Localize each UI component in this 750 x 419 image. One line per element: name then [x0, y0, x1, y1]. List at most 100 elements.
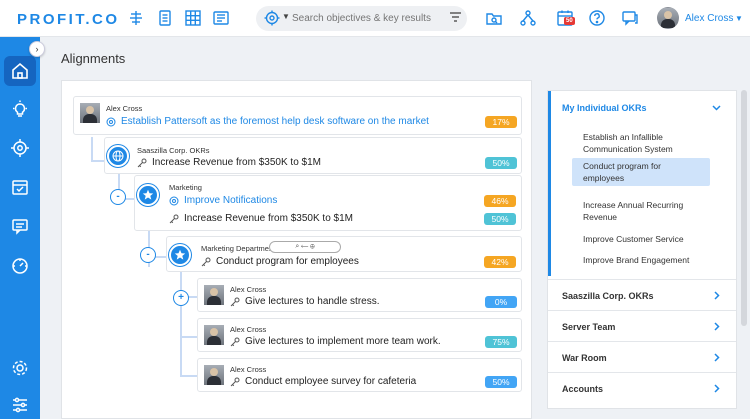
key-icon — [201, 257, 211, 267]
chevron-right-icon[interactable] — [712, 291, 721, 300]
okr-card[interactable]: Saaszilla Corp. OKRs Increase Revenue fr… — [104, 137, 522, 174]
sidebar-collapse-chevron-icon[interactable]: › — [29, 41, 45, 57]
section-server-team[interactable]: Server Team — [548, 310, 736, 340]
okr-list-panel: My Individual OKRs Establish an Infallib… — [547, 90, 737, 409]
chat-icon[interactable] — [621, 9, 639, 27]
section-header-my-okrs[interactable]: My Individual OKRs — [562, 103, 647, 113]
search-bar[interactable]: ▼ — [256, 6, 467, 31]
key-result-title[interactable]: Conduct program for employees — [216, 256, 359, 267]
key-result-title[interactable]: Increase Revenue from $350K to $1M — [152, 157, 321, 168]
chevron-right-icon[interactable] — [712, 322, 721, 331]
avatar-image — [658, 8, 678, 28]
okr-card[interactable]: Alex Cross Give lectures to implement mo… — [197, 318, 522, 352]
comment-icon[interactable] — [9, 215, 31, 237]
section-label: War Room — [562, 353, 607, 363]
objective-target-icon — [106, 117, 116, 127]
globe-node-icon — [107, 145, 129, 167]
okr-list-item[interactable]: Increase Annual Recurring Revenue — [572, 197, 710, 225]
calendar-badge: 50 — [564, 17, 575, 25]
user-avatar[interactable] — [657, 7, 679, 29]
section-label: Saaszilla Corp. OKRs — [562, 291, 654, 301]
align-icon[interactable] — [127, 9, 145, 27]
tree-connector — [91, 137, 93, 162]
expand-toggle[interactable]: + — [173, 290, 189, 306]
progress-badge: 50% — [485, 376, 517, 388]
owner-name: Alex Cross — [230, 285, 267, 294]
section-label: Server Team — [562, 322, 616, 332]
sliders-icon[interactable] — [9, 394, 31, 416]
progress-badge: 50% — [485, 157, 517, 169]
chevron-down-icon[interactable] — [712, 103, 721, 112]
search-input[interactable] — [292, 9, 442, 28]
document-icon[interactable] — [156, 9, 174, 27]
owner-name: Marketing — [169, 183, 202, 192]
key-icon — [137, 158, 147, 168]
progress-badge: 0% — [485, 296, 517, 308]
key-icon — [230, 377, 240, 387]
owner-name: Alex Cross — [106, 104, 143, 113]
key-result-title[interactable]: Give lectures to handle stress. — [245, 296, 380, 307]
okr-list-item-selected[interactable]: Conduct program for employees — [572, 158, 710, 186]
key-result-title[interactable]: Conduct employee survey for cafeteria — [245, 376, 416, 387]
section-war-room[interactable]: War Room — [548, 341, 736, 371]
okr-card[interactable]: Marketing Department OKR Conduct program… — [166, 236, 522, 272]
filter-icon[interactable] — [449, 11, 462, 25]
dashboard-gauge-icon[interactable] — [9, 255, 31, 277]
folder-search-icon[interactable] — [485, 9, 503, 27]
objective-title[interactable]: Establish Pattersoft as the foremost hel… — [121, 116, 429, 127]
okr-card[interactable]: Alex Cross Establish Pattersoft as the f… — [73, 96, 522, 135]
target-nav-icon[interactable] — [9, 137, 31, 159]
owner-avatar — [204, 285, 224, 305]
settings-gear-icon[interactable] — [9, 357, 31, 379]
objective-title[interactable]: Improve Notifications — [184, 195, 277, 206]
okr-list-item[interactable]: Establish an Infallible Communication Sy… — [572, 129, 710, 157]
home-icon[interactable] — [9, 60, 31, 82]
scrollbar[interactable] — [741, 90, 747, 326]
owner-name: Alex Cross — [230, 365, 267, 374]
owner-name: Alex Cross — [230, 325, 267, 334]
user-name[interactable]: Alex Cross — [685, 13, 733, 24]
lightbulb-icon[interactable] — [9, 99, 31, 121]
help-icon[interactable] — [588, 9, 606, 27]
okr-list-item[interactable]: Improve Brand Engagement — [572, 252, 710, 268]
active-section-accent — [548, 91, 551, 276]
okr-card[interactable]: Alex Cross Give lectures to handle stres… — [197, 278, 522, 312]
hierarchy-icon[interactable] — [519, 9, 537, 27]
chevron-down-icon[interactable]: ▼ — [282, 12, 290, 21]
target-icon[interactable] — [264, 10, 280, 26]
owner-name: Saaszilla Corp. OKRs — [137, 146, 210, 155]
progress-badge: 75% — [485, 336, 517, 348]
user-menu-chevron-icon[interactable]: ▼ — [735, 14, 743, 23]
okr-card[interactable]: Alex Cross Conduct employee survey for c… — [197, 358, 522, 392]
key-result-title[interactable]: Increase Revenue from $350K to $1M — [184, 213, 353, 224]
chevron-right-icon[interactable] — [712, 384, 721, 393]
section-accounts[interactable]: Accounts — [548, 372, 736, 408]
app-logo[interactable]: PROFIT.CO — [17, 11, 120, 28]
owner-avatar — [204, 365, 224, 385]
key-result-title[interactable]: Give lectures to implement more team wor… — [245, 336, 441, 347]
section-label: Accounts — [562, 384, 604, 394]
chevron-right-icon[interactable] — [712, 353, 721, 362]
tree-connector — [180, 375, 198, 377]
progress-badge: 42% — [484, 256, 516, 268]
collapse-toggle[interactable]: - — [110, 189, 126, 205]
okr-list-item[interactable]: Improve Customer Service — [572, 231, 710, 247]
grid-icon[interactable] — [184, 9, 202, 27]
progress-badge: 17% — [485, 116, 517, 128]
task-calendar-icon[interactable] — [9, 176, 31, 198]
okr-card[interactable]: Marketing Improve Notifications 46% Incr… — [134, 175, 522, 231]
report-icon[interactable] — [212, 9, 230, 27]
owner-avatar — [80, 103, 100, 123]
progress-badge: 46% — [484, 195, 516, 207]
key-icon — [230, 337, 240, 347]
owner-avatar — [204, 325, 224, 345]
collapse-toggle[interactable]: - — [140, 247, 156, 263]
top-bar: PROFIT.CO ▼ 50 Alex Cross ▼ — [0, 0, 750, 37]
progress-badge: 50% — [484, 213, 516, 225]
star-node-icon — [137, 184, 159, 206]
left-sidebar — [0, 37, 40, 419]
zoom-control[interactable]: ⌕ ⟵ ⊕ — [269, 241, 341, 253]
section-saaszilla[interactable]: Saaszilla Corp. OKRs — [548, 279, 736, 309]
tree-connector — [180, 336, 198, 338]
objective-target-icon — [169, 196, 179, 206]
